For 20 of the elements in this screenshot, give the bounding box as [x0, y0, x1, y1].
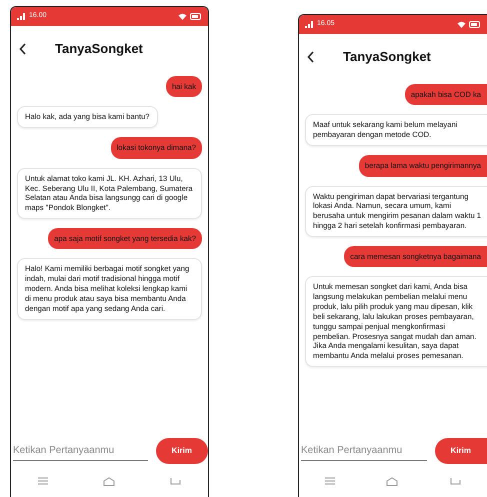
send-button[interactable]: Kirim	[434, 438, 487, 464]
app-title: TanyaSongket	[343, 48, 431, 66]
back-nav-icon[interactable]	[170, 477, 181, 485]
signal-icon	[17, 13, 26, 20]
battery-icon	[190, 13, 202, 20]
home-icon[interactable]	[386, 476, 398, 486]
home-icon[interactable]	[102, 476, 115, 486]
battery-icon	[469, 21, 481, 28]
message-input[interactable]: Ketikan Pertanyaanmu	[301, 441, 427, 461]
wifi-icon	[178, 13, 187, 20]
app-title: TanyaSongket	[55, 40, 143, 58]
signal-icon	[305, 21, 314, 28]
back-button[interactable]	[19, 43, 27, 55]
menu-icon[interactable]	[38, 477, 48, 485]
back-button[interactable]	[307, 51, 315, 63]
menu-icon[interactable]	[324, 477, 335, 485]
send-button[interactable]: Kirim	[156, 438, 208, 464]
message-input[interactable]: Ketikan Pertanyaanmu	[13, 441, 148, 461]
back-nav-icon[interactable]	[450, 477, 462, 485]
wifi-icon	[457, 21, 466, 28]
